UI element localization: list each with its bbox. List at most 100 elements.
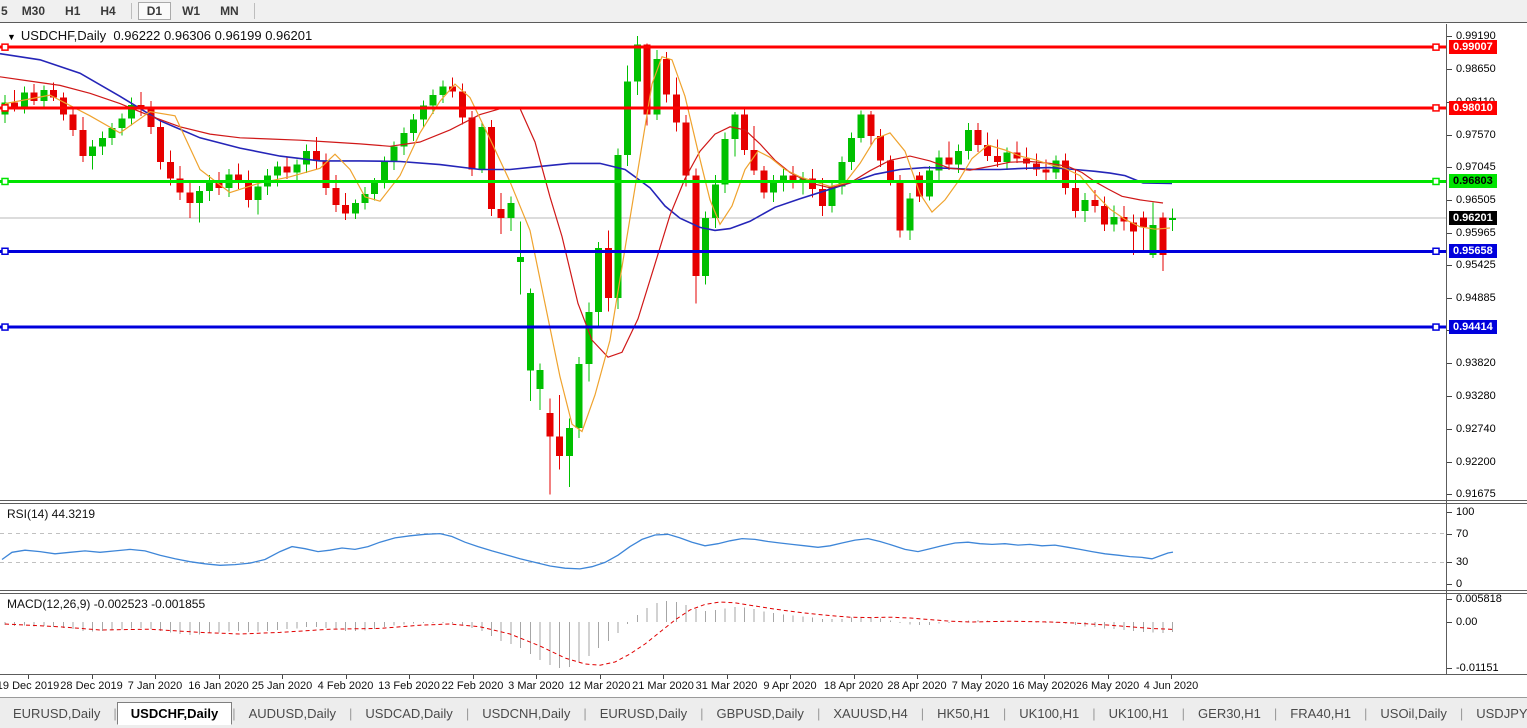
candle-body — [380, 162, 388, 183]
timeframe-button-m30[interactable]: M30 — [13, 2, 54, 20]
hline-handle[interactable] — [1432, 43, 1440, 51]
bid-price-label: 0.96201 — [1449, 211, 1497, 226]
candle-body — [964, 129, 972, 152]
axis-tick — [1447, 363, 1452, 365]
axis-tick — [1447, 667, 1452, 669]
date-tick — [218, 675, 220, 679]
tab-eurusd-0[interactable]: EURUSD,Daily — [0, 703, 113, 724]
timeframe-button-d1[interactable]: D1 — [137, 2, 172, 20]
hline-handle[interactable] — [1, 323, 9, 331]
hline-handle[interactable] — [1, 177, 9, 186]
candle-body — [390, 146, 398, 163]
price-tick-label: 0.92740 — [1456, 423, 1496, 436]
axis-tick — [1447, 265, 1452, 267]
tab-xauusd-7[interactable]: XAUUSD,H4 — [820, 703, 920, 724]
mid-moving-average-line — [0, 76, 1164, 358]
date-tick — [28, 675, 29, 679]
timeframe-button-h4[interactable]: H4 — [91, 2, 124, 20]
tab-fra40-12[interactable]: FRA40,H1 — [1277, 703, 1364, 724]
date-label: 25 Jan 2020 — [251, 680, 313, 692]
axis-tick — [1447, 68, 1452, 70]
toolbar-divider — [0, 22, 1527, 23]
hline-handle[interactable] — [1432, 177, 1440, 186]
date-tick — [1171, 675, 1172, 679]
rsi-tick-label: 0 — [1456, 578, 1463, 590]
candle-body — [517, 257, 525, 263]
tab-usdcad-3[interactable]: USDCAD,Daily — [352, 703, 465, 724]
candle-body — [1159, 217, 1167, 255]
level-price-label: 0.94414 — [1449, 320, 1497, 335]
timeframe-button-clipped[interactable]: 5 — [1, 3, 12, 19]
price-chart-pane[interactable]: ▼ USDCHF,Daily 0.96222 0.96306 0.96199 0.… — [0, 24, 1446, 500]
price-tick-label: 0.93280 — [1456, 390, 1496, 403]
date-label: 16 May 2020 — [1012, 680, 1076, 692]
tab-hk50-8[interactable]: HK50,H1 — [924, 703, 1003, 724]
date-label: 26 May 2020 — [1075, 680, 1140, 692]
rsi-line — [1, 532, 1174, 570]
hline-handle[interactable] — [1432, 104, 1440, 112]
candle-body — [556, 436, 564, 456]
tab-usdchf-1[interactable]: USDCHF,Daily — [116, 701, 233, 725]
axis-tick — [1447, 134, 1452, 136]
candle-body — [702, 218, 710, 277]
price-axis: 0.991900.986500.981100.975700.970450.965… — [1447, 0, 1527, 728]
macd-tick-label: -0.01151 — [1456, 661, 1499, 674]
macd-indicator-pane[interactable]: MACD(12,26,9) -0.002523 -0.001855 — [0, 594, 1446, 674]
hline-handle[interactable] — [1, 104, 9, 112]
date-label: 3 Mar 2020 — [508, 680, 564, 692]
candle-body — [488, 126, 495, 210]
candle-body — [1091, 199, 1099, 207]
tab-audusd-2[interactable]: AUDUSD,Daily — [236, 703, 349, 724]
hline-handle[interactable] — [1432, 323, 1440, 331]
axis-tick — [1447, 512, 1452, 513]
date-label: 28 Dec 2019 — [60, 680, 123, 692]
candle-body — [1139, 217, 1147, 227]
axis-tick — [1447, 622, 1452, 623]
date-tick — [599, 675, 601, 679]
date-label: 13 Feb 2020 — [378, 680, 440, 692]
candle-body — [244, 181, 252, 200]
rsi-tick-label: 100 — [1456, 506, 1475, 518]
rsi-indicator-pane[interactable]: RSI(14) 44.3219 — [0, 504, 1446, 590]
date-tick — [790, 675, 791, 679]
candle-body — [293, 164, 301, 173]
tab-usdcnh-4[interactable]: USDCNH,Daily — [469, 703, 583, 724]
tab-eurusd-5[interactable]: EURUSD,Daily — [587, 703, 700, 724]
pane-splitter[interactable] — [0, 500, 1527, 501]
axis-tick — [1447, 494, 1452, 495]
candle-body — [896, 180, 904, 231]
tab-uk100-10[interactable]: UK100,H1 — [1096, 703, 1182, 724]
timeframe-button-h1[interactable]: H1 — [56, 2, 89, 20]
timeframe-button-w1[interactable]: W1 — [173, 2, 209, 20]
candle-body — [312, 151, 320, 161]
candle-body — [925, 170, 933, 197]
candle-body — [867, 114, 875, 136]
candle-body — [1003, 152, 1011, 163]
tab-ger30-11[interactable]: GER30,H1 — [1185, 703, 1274, 724]
hline-handle[interactable] — [1432, 247, 1440, 256]
tab-uk100-9[interactable]: UK100,H1 — [1006, 703, 1092, 724]
hline-handle[interactable] — [1, 247, 9, 256]
pane-splitter[interactable] — [0, 590, 1527, 591]
rsi-tick-label: 70 — [1456, 527, 1469, 540]
axis-tick — [1447, 598, 1452, 600]
tab-gbpusd-6[interactable]: GBPUSD,Daily — [704, 703, 817, 724]
price-tick-label: 0.94885 — [1456, 292, 1496, 305]
toolbar-separator — [130, 3, 132, 19]
candle-body — [30, 92, 38, 102]
date-tick — [1107, 675, 1109, 679]
hline-handle[interactable] — [1, 43, 9, 51]
axis-tick — [1447, 584, 1452, 585]
tab-usdjpy-14[interactable]: USDJPY,H1 — [1463, 703, 1527, 724]
candle-body — [1071, 187, 1079, 211]
candles — [1, 36, 1177, 495]
price-tick-label: 0.97045 — [1456, 160, 1496, 173]
chart-dropdown-icon[interactable]: ▼ — [7, 32, 16, 42]
tab-usoil-13[interactable]: USOil,Daily — [1367, 703, 1459, 724]
date-tick — [536, 675, 537, 679]
date-tick — [917, 675, 918, 679]
date-axis[interactable]: 19 Dec 2019 28 Dec 2019 7 Jan 2020 16 Jan 2… — [0, 675, 1527, 696]
candle-body — [283, 166, 291, 173]
timeframe-button-mn[interactable]: MN — [211, 2, 248, 20]
date-label: 21 Mar 2020 — [632, 680, 694, 692]
